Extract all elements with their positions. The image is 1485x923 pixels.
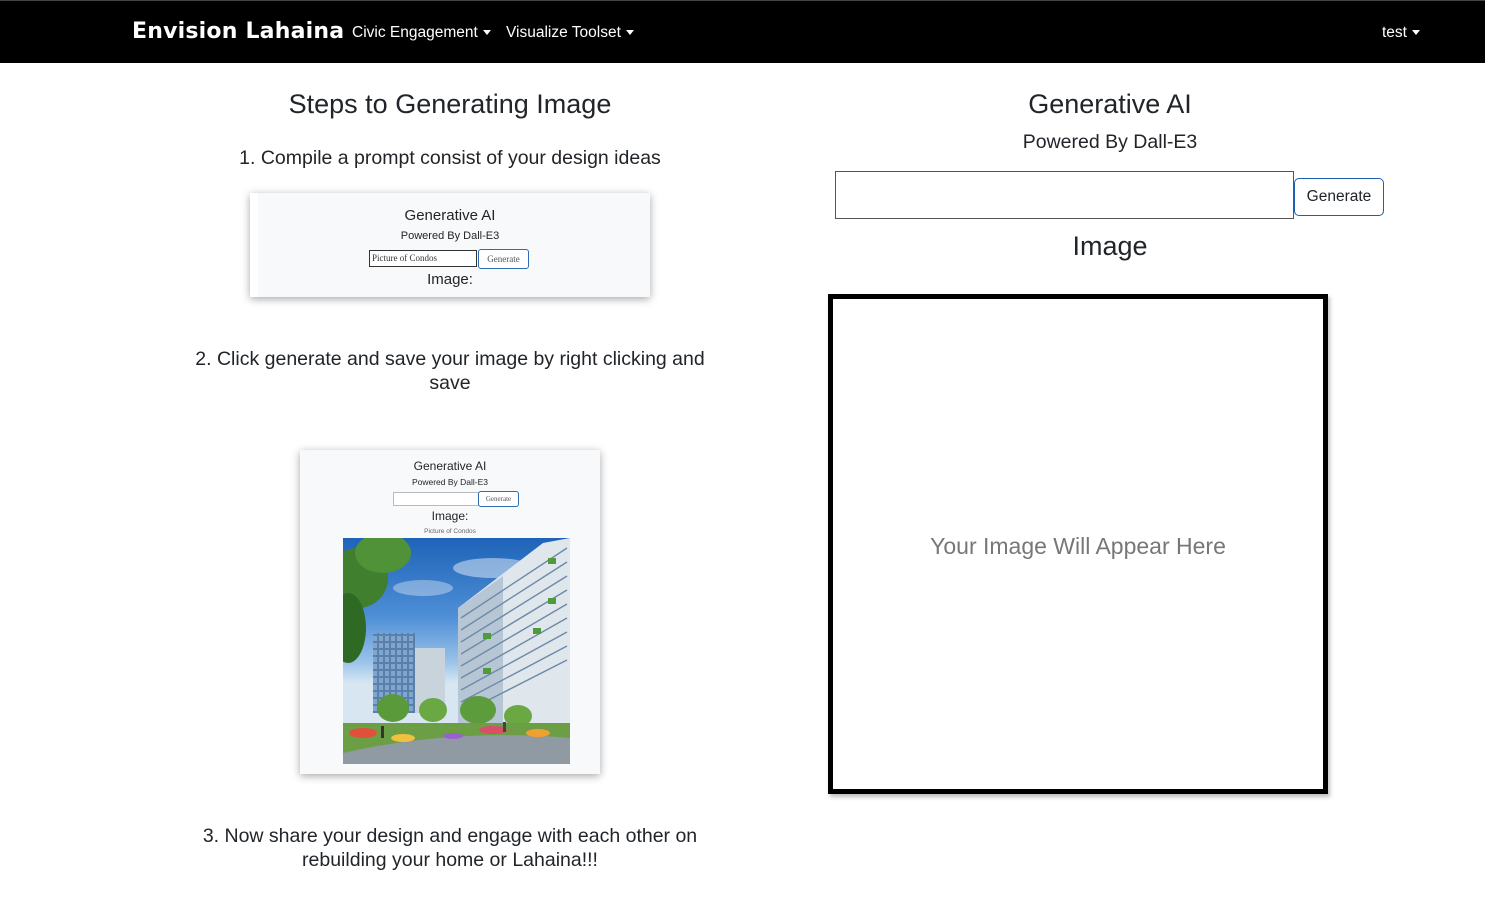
nav-visualize-toolset-label: Visualize Toolset: [506, 24, 621, 41]
example-result-caption: Picture of Condos: [424, 528, 476, 535]
example-screenshot-result: Generative AI Powered By Dall-E3 Generat…: [300, 450, 600, 774]
step-2-text: 2. Click generate and save your image by…: [195, 348, 705, 394]
generated-condos-image: [343, 538, 570, 764]
example-result-generate-button: Generate: [478, 491, 519, 507]
image-display-area: Your Image Will Appear Here: [828, 294, 1328, 794]
caret-down-icon: [625, 30, 634, 36]
example-title: Generative AI: [404, 207, 496, 224]
generator-title: Generative AI: [1028, 89, 1192, 119]
generate-button[interactable]: Generate: [1294, 178, 1384, 216]
user-name: test: [1382, 24, 1407, 41]
example-generate-button: Generate: [478, 249, 529, 269]
brand-logo[interactable]: Envision Lahaina: [132, 19, 344, 44]
example-image-label: Image:: [427, 271, 473, 288]
caret-down-icon: [482, 30, 491, 36]
caret-down-icon: [1411, 30, 1420, 36]
example-result-subtitle: Powered By Dall-E3: [411, 477, 489, 487]
image-placeholder-text: Your Image Will Appear Here: [930, 533, 1226, 559]
nav-civic-engagement-dropdown[interactable]: Civic Engagement: [352, 24, 491, 42]
generator-subtitle: Powered By Dall-E3: [1022, 131, 1198, 153]
nav-civic-engagement-label: Civic Engagement: [352, 24, 478, 41]
example-screenshot-prompt: Generative AI Powered By Dall-E3 Picture…: [250, 193, 650, 297]
steps-heading: Steps to Generating Image: [288, 89, 612, 119]
example-subtitle: Powered By Dall-E3: [400, 230, 500, 242]
example-prompt-input: Picture of Condos: [369, 250, 477, 267]
prompt-input[interactable]: [835, 171, 1294, 219]
nav-visualize-toolset-dropdown[interactable]: Visualize Toolset: [506, 24, 634, 42]
step-3-text: 3. Now share your design and engage with…: [202, 825, 698, 871]
user-menu-dropdown[interactable]: test: [1382, 24, 1420, 42]
image-heading: Image: [1072, 231, 1148, 261]
top-navbar: Envision Lahaina Civic Engagement Visual…: [0, 0, 1485, 63]
step-1-text: 1. Compile a prompt consist of your desi…: [239, 147, 661, 169]
example-result-image-label: Image:: [431, 509, 469, 523]
example-result-title: Generative AI: [413, 459, 487, 473]
example-result-input: [393, 492, 479, 506]
